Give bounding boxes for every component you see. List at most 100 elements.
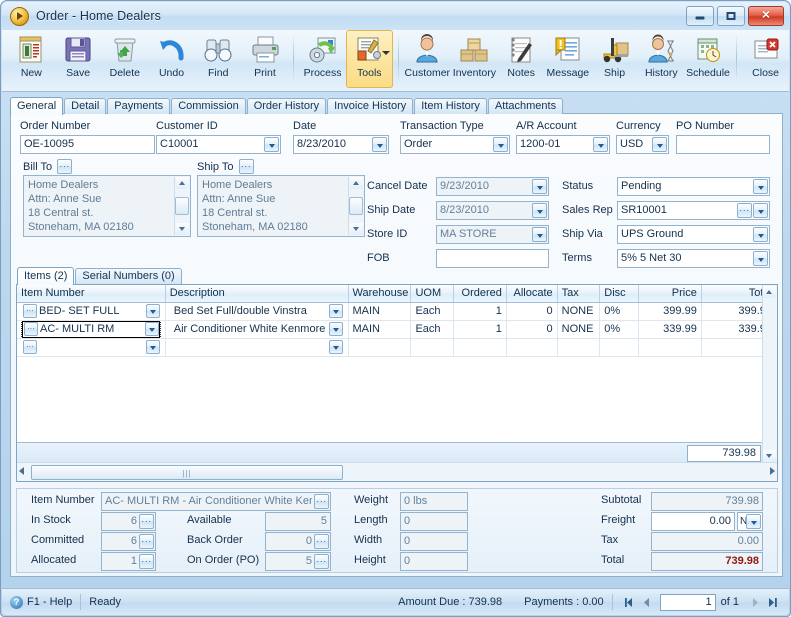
order-number-input[interactable]: OE-10095 (20, 135, 155, 154)
chevron-down-icon[interactable] (746, 514, 761, 529)
cell-price[interactable]: 399.99 (638, 302, 702, 321)
previous-record-button[interactable] (638, 594, 655, 611)
chevron-down-icon[interactable] (264, 137, 279, 152)
scroll-thumb[interactable]: ||| (31, 465, 343, 480)
on-order-po-input[interactable]: 5 ··· (265, 552, 331, 571)
tab-order-history[interactable]: Order History (246, 98, 327, 114)
tab-invoice-history[interactable]: Invoice History (327, 98, 414, 114)
col-description[interactable]: Description (165, 285, 349, 303)
col-uom[interactable]: UOM (410, 285, 455, 303)
table-row[interactable]: ··· AC- MULTI RM Air Conditioner White K… (17, 320, 778, 339)
table-row[interactable]: ··· (17, 338, 778, 357)
grid-vertical-scrollbar[interactable] (762, 285, 777, 463)
scroll-left-icon[interactable] (19, 467, 24, 475)
cancel-date-input[interactable]: 9/23/2010 (436, 177, 549, 196)
currency-combo[interactable]: USD (616, 135, 669, 154)
height-input[interactable]: 0 (400, 552, 468, 571)
ar-account-combo[interactable]: 1200-01 (516, 135, 610, 154)
chevron-down-icon[interactable] (145, 340, 160, 354)
freight-mode-combo[interactable]: N (737, 512, 763, 531)
cell-price[interactable]: 339.99 (638, 320, 702, 339)
next-record-button[interactable] (747, 594, 764, 611)
toolbar-button-notes[interactable]: Notes (498, 30, 545, 88)
cell-tax[interactable] (557, 338, 601, 357)
fob-input[interactable] (436, 249, 549, 268)
toolbar-button-message[interactable]: Message (544, 30, 591, 88)
row-lookup-button[interactable]: ··· (23, 304, 37, 318)
chevron-down-icon[interactable] (328, 304, 343, 318)
items-grid[interactable]: Item Number Description Warehouse UOM Or… (16, 284, 778, 482)
toolbar-button-undo[interactable]: Undo (148, 30, 195, 88)
item-lookup-button[interactable]: ··· (314, 494, 329, 509)
cell-description[interactable]: Air Conditioner White Kenmore 12,000 (165, 320, 349, 339)
chevron-down-icon[interactable] (652, 137, 667, 152)
in-stock-input[interactable]: 6 ··· (101, 512, 156, 531)
tab-payments[interactable]: Payments (107, 98, 171, 114)
tab-detail[interactable]: Detail (64, 98, 107, 114)
cell-ordered[interactable]: 1 (453, 302, 507, 321)
scroll-right-icon[interactable] (770, 467, 775, 475)
maximize-button[interactable] (717, 6, 745, 26)
scroll-up-icon[interactable] (763, 286, 776, 298)
col-warehouse[interactable]: Warehouse (348, 285, 412, 303)
chevron-down-icon[interactable] (753, 251, 768, 266)
committed-lookup-button[interactable]: ··· (139, 534, 154, 549)
cell-warehouse[interactable]: MAIN (348, 320, 412, 339)
bill-to-lookup-button[interactable]: ··· (57, 159, 73, 174)
toolbar-button-customer[interactable]: Customer (404, 30, 452, 88)
tab-attachments[interactable]: Attachments (487, 98, 564, 114)
available-input[interactable]: 5 (265, 512, 331, 531)
date-input[interactable]: 8/23/2010 (293, 135, 389, 154)
store-id-combo[interactable]: MA STORE (436, 225, 549, 244)
cell-allocate[interactable] (506, 338, 558, 357)
toolbar-button-history[interactable]: History (638, 30, 685, 88)
bill-to-scrollbar[interactable] (174, 177, 189, 235)
length-input[interactable]: 0 (400, 512, 468, 531)
chevron-down-icon[interactable] (145, 304, 160, 318)
on-order-po-lookup-button[interactable]: ··· (314, 554, 329, 569)
cell-ordered[interactable]: 1 (453, 320, 507, 339)
tab-commission[interactable]: Commission (171, 98, 246, 114)
po-number-input[interactable] (676, 135, 770, 154)
sales-rep-combo[interactable]: SR10001 ··· (617, 201, 770, 220)
cell-uom[interactable]: Each (410, 320, 455, 339)
bill-to-address[interactable]: Home Dealers Attn: Anne Sue 18 Central s… (23, 175, 191, 237)
width-input[interactable]: 0 (400, 532, 468, 551)
ship-date-input[interactable]: 8/23/2010 (436, 201, 549, 220)
cell-price[interactable] (638, 338, 702, 357)
cell-allocate[interactable]: 0 (506, 302, 558, 321)
grid-horizontal-scrollbar[interactable]: ||| (17, 462, 777, 481)
col-allocate[interactable]: Allocate (506, 285, 558, 303)
allocated-input[interactable]: 1 ··· (101, 552, 156, 571)
scroll-thumb[interactable] (175, 197, 189, 215)
cell-uom[interactable] (410, 338, 455, 357)
cell-item-number[interactable]: ··· AC- MULTI RM (17, 320, 166, 339)
chevron-down-icon[interactable] (328, 322, 343, 336)
ship-to-lookup-button[interactable]: ··· (238, 159, 254, 174)
tab-general[interactable]: General (10, 97, 64, 115)
ship-via-combo[interactable]: UPS Ground (617, 225, 770, 244)
tab-serial-numbers[interactable]: Serial Numbers (0) (75, 268, 182, 284)
toolbar-button-save[interactable]: Save (55, 30, 102, 88)
toolbar-button-new[interactable]: New (8, 30, 55, 88)
chevron-down-icon[interactable] (381, 51, 390, 55)
chevron-down-icon[interactable] (753, 179, 768, 194)
scroll-thumb[interactable] (349, 197, 363, 215)
last-record-button[interactable] (764, 594, 781, 611)
terms-combo[interactable]: 5% 5 Net 30 (617, 249, 770, 268)
customer-id-combo[interactable]: C10001 (156, 135, 281, 154)
ship-to-scrollbar[interactable] (348, 177, 363, 235)
cell-tax[interactable]: NONE (557, 320, 601, 339)
cell-item-number[interactable]: ··· BED- SET FULL (17, 302, 166, 321)
toolbar-button-tools[interactable]: Tools (345, 30, 393, 88)
minimize-button[interactable] (686, 6, 714, 26)
freight-input[interactable]: 0.00 (651, 512, 735, 531)
back-order-input[interactable]: 0 ··· (265, 532, 331, 551)
scroll-up-icon[interactable] (349, 177, 363, 189)
cell-warehouse[interactable] (348, 338, 412, 357)
chevron-down-icon[interactable] (144, 322, 159, 336)
transaction-type-combo[interactable]: Order (400, 135, 510, 154)
tab-items[interactable]: Items (2) (17, 267, 75, 285)
sales-rep-lookup-button[interactable]: ··· (737, 203, 752, 218)
scroll-down-icon[interactable] (763, 450, 776, 462)
